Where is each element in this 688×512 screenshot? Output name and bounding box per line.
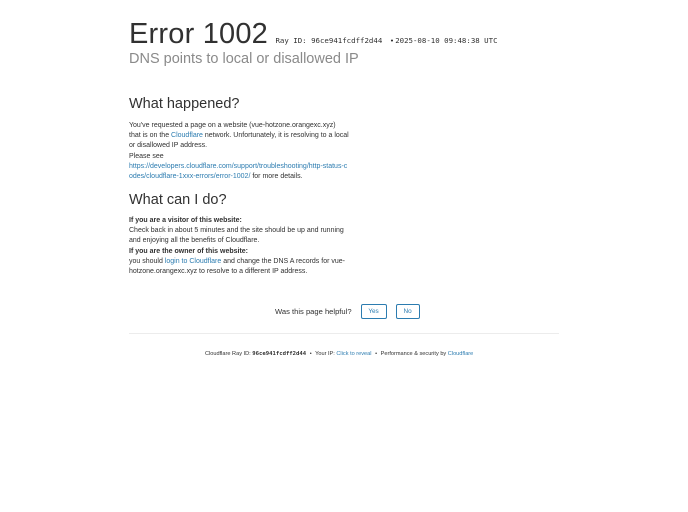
feedback-question: Was this page helpful? [275,307,352,316]
footer-divider [129,333,559,334]
owner-heading: If you are the owner of this website: [129,247,249,255]
footer-separator: • [309,351,312,357]
footer-separator: • [375,351,378,357]
what-can-i-do-body: If you are a visitor of this website: Ch… [129,216,351,277]
feedback-bar: Was this page helpful? Yes No [275,304,420,319]
ray-meta: Ray ID: 96ce941fcdff2d44 •2025-08-10 09:… [275,36,497,45]
visitor-heading: If you are a visitor of this website: [129,217,242,224]
error-subtitle: DNS points to local or disallowed IP [129,51,359,67]
footer-ray-id: 96ce941fcdff2d44 [252,351,307,357]
login-cloudflare-link[interactable]: login to Cloudflare [165,258,221,265]
cloudflare-link[interactable]: Cloudflare [171,132,203,139]
ray-id-label: Ray ID: [275,36,307,45]
error-timestamp: 2025-08-10 09:48:38 UTC [395,36,498,45]
owner-text-a: you should [129,257,165,265]
what-happened-paragraph-1: You've requested a page on a website (vu… [129,121,349,152]
what-happened-body: You've requested a page on a website (vu… [129,121,349,182]
feedback-no-button[interactable]: No [395,304,420,319]
error-title: Error 1002 [129,18,269,50]
p2-text-b: for more details. [250,173,303,181]
reveal-ip-link[interactable]: Click to reveal [336,351,371,357]
what-happened-paragraph-2: Please see https://developers.cloudflare.… [129,152,349,183]
footer: Cloudflare Ray ID: 96ce941fcdff2d44 • Yo… [205,351,473,357]
footer-cloudflare-link[interactable]: Cloudflare [448,351,474,357]
footer-ip-label: Your IP: [315,351,337,357]
visitor-text: Check back in about 5 minutes and the si… [129,227,344,245]
owner-paragraph: you should login to Cloudflare and chang… [129,257,351,277]
footer-ray-label: Cloudflare Ray ID: [205,351,253,357]
footer-perf-label: Performance & security by [380,351,448,357]
ray-id-value: 96ce941fcdff2d44 [311,36,383,45]
what-can-i-do-heading: What can I do? [129,192,227,208]
error-header: Error 1002 Ray ID: 96ce941fcdff2d44 •202… [129,18,498,51]
what-happened-heading: What happened? [129,96,240,112]
p2-text-a: Please see [129,152,164,160]
error-docs-link[interactable]: https://developers.cloudflare.com/suppor… [129,163,347,180]
error-page: Error 1002 Ray ID: 96ce941fcdff2d44 •202… [0,0,688,512]
bullet-separator: • [389,36,395,45]
feedback-yes-button[interactable]: Yes [360,304,387,319]
